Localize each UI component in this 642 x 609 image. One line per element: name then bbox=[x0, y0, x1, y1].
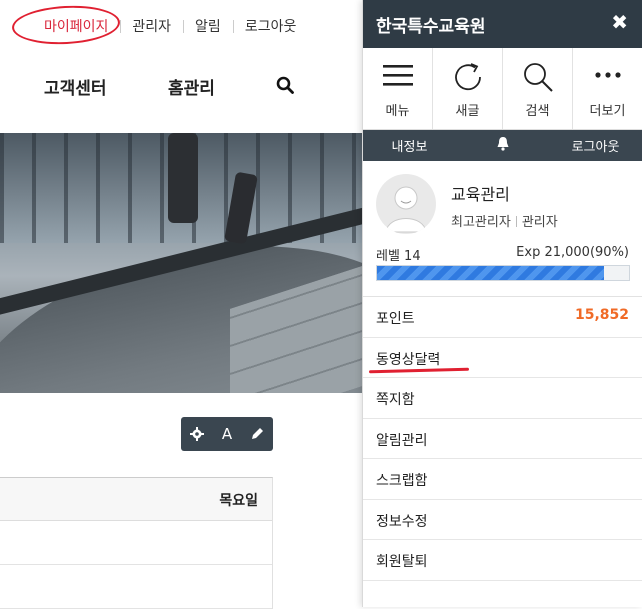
profile-roles: 최고관리자 관리자 bbox=[451, 211, 558, 230]
gear-icon[interactable] bbox=[189, 427, 204, 441]
menu-item-scrap[interactable]: 스크랩함 bbox=[363, 459, 642, 500]
panel-icon-row: 메뉴 새글 검색 더보기 bbox=[363, 48, 642, 130]
nav-home-management[interactable]: 홈관리 bbox=[168, 74, 215, 99]
menu-item-withdraw[interactable]: 회원탈퇴 bbox=[363, 540, 642, 581]
my-info-link[interactable]: 내정보 bbox=[363, 136, 456, 155]
points-value: 15,852 bbox=[574, 307, 629, 323]
close-icon[interactable]: ✖ bbox=[611, 10, 628, 34]
menu-item-video-calendar[interactable]: 동영상달력 bbox=[363, 338, 642, 378]
menu-item-label: 쪽지함 bbox=[376, 392, 415, 408]
profile-card: 교육관리 최고관리자 관리자 레벨 14 Exp 21,000(90%) bbox=[363, 161, 642, 297]
editor-toolbar: A bbox=[181, 417, 273, 451]
panel-menu: 포인트 15,852 동영상달력 쪽지함 알림관리 스크랩함 정보수정 회원탈퇴 bbox=[363, 297, 642, 581]
bell-button[interactable] bbox=[456, 136, 549, 155]
menu-item-label: 포인트 bbox=[376, 311, 415, 327]
admin-link[interactable]: 관리자 bbox=[120, 16, 183, 36]
menu-item-label: 회원탈퇴 bbox=[376, 554, 428, 570]
more-label: 더보기 bbox=[589, 104, 626, 119]
nav-customer-center[interactable]: 고객센터 bbox=[44, 74, 107, 99]
exp-progress-bar bbox=[376, 265, 630, 281]
panel-logout-link[interactable]: 로그아웃 bbox=[549, 136, 642, 155]
hero-image bbox=[0, 133, 362, 393]
menu-label: 메뉴 bbox=[385, 104, 410, 119]
role-admin: 관리자 bbox=[521, 215, 558, 230]
menu-item-messages[interactable]: 쪽지함 bbox=[363, 378, 642, 419]
menu-item-label: 스크랩함 bbox=[376, 473, 428, 489]
side-panel: 한국특수교육원 ✖ 메뉴 새글 검색 더보기 내정보 로그아웃 교육관리 최고관… bbox=[362, 0, 642, 607]
calendar-table: 목요일 bbox=[0, 477, 273, 609]
level-label: 레벨 14 bbox=[376, 249, 421, 264]
highlight-circle bbox=[11, 3, 121, 47]
menu-item-label: 정보수정 bbox=[376, 513, 428, 530]
more-button[interactable]: 더보기 bbox=[573, 48, 642, 129]
menu-item-label: 알림관리 bbox=[376, 432, 428, 449]
panel-header: 한국특수교육원 ✖ bbox=[363, 0, 642, 48]
font-size-button[interactable]: A bbox=[222, 425, 232, 443]
refresh-icon bbox=[454, 63, 481, 91]
new-posts-label: 새글 bbox=[455, 104, 480, 119]
menu-item-label: 동영상달력 bbox=[376, 351, 441, 368]
pencil-icon[interactable] bbox=[250, 427, 264, 441]
notification-link[interactable]: 알림 bbox=[183, 16, 233, 36]
table-header-thursday: 목요일 bbox=[219, 493, 258, 509]
table-header: 목요일 bbox=[0, 478, 272, 521]
search-icon[interactable] bbox=[276, 76, 294, 94]
new-posts-button[interactable]: 새글 bbox=[433, 48, 503, 129]
logout-link[interactable]: 로그아웃 bbox=[232, 16, 309, 36]
table-row bbox=[0, 521, 272, 565]
panel-title: 한국특수교육원 bbox=[376, 17, 486, 37]
exp-progress-fill bbox=[377, 266, 604, 280]
panel-subbar: 내정보 로그아웃 bbox=[363, 130, 642, 161]
menu-item-edit-profile[interactable]: 정보수정 bbox=[363, 500, 642, 540]
search-icon bbox=[523, 63, 553, 92]
table-row bbox=[0, 565, 272, 609]
menu-icon bbox=[382, 65, 413, 86]
search-label: 검색 bbox=[525, 104, 550, 119]
role-super-admin: 최고관리자 bbox=[451, 215, 511, 230]
menu-item-notification-settings[interactable]: 알림관리 bbox=[363, 419, 642, 459]
menu-button[interactable]: 메뉴 bbox=[363, 48, 433, 129]
profile-name: 교육관리 bbox=[451, 185, 510, 204]
background-page: 마이페이지 관리자 알림 로그아웃 고객센터 홈관리 A 목요일 bbox=[0, 0, 362, 609]
search-button[interactable]: 검색 bbox=[503, 48, 573, 129]
avatar bbox=[376, 174, 436, 234]
bell-icon bbox=[497, 137, 508, 151]
more-icon bbox=[594, 72, 621, 78]
menu-item-points[interactable]: 포인트 15,852 bbox=[363, 297, 642, 338]
exp-label: Exp 21,000(90%) bbox=[516, 245, 629, 260]
